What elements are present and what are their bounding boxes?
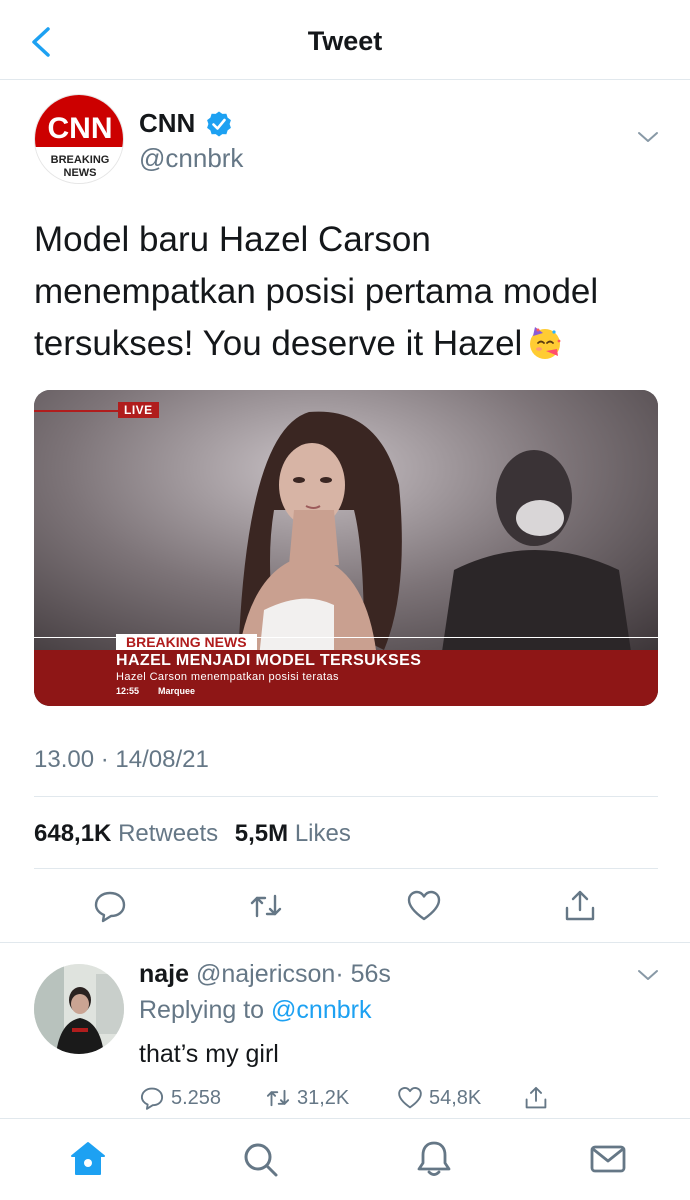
reply-header: naje @najericson· 56s <box>139 960 391 989</box>
reply-icon[interactable] <box>92 888 128 924</box>
replying-to-mention[interactable]: @cnnbrk <box>271 996 371 1024</box>
cnn-logo-icon: CNN BREAKING NEWS <box>35 95 123 183</box>
search-icon[interactable] <box>240 1139 280 1179</box>
reply-share-button[interactable] <box>523 1084 555 1112</box>
reply-time: · 56s <box>335 960 391 988</box>
breaking-news-label: BREAKING NEWS <box>116 634 257 650</box>
svg-text:NEWS: NEWS <box>64 167 97 179</box>
tweet-text-body: Model baru Hazel Carson menempatkan posi… <box>34 220 599 363</box>
reply-reply-button[interactable]: 5.258 <box>139 1084 221 1112</box>
reply-icon <box>140 1087 164 1110</box>
tweet-action-bar <box>34 888 658 928</box>
svg-text:CNN: CNN <box>48 112 113 145</box>
tweet-media[interactable]: LIVE BREAKING NEWS HAZEL MENJADI MODEL T… <box>34 390 658 706</box>
share-icon <box>525 1086 547 1109</box>
svg-text:BREAKING: BREAKING <box>51 154 110 166</box>
retweet-icon <box>266 1089 290 1107</box>
author-name[interactable]: CNN <box>139 108 195 139</box>
reply-author-name[interactable]: naje <box>139 960 189 988</box>
like-icon <box>398 1086 422 1109</box>
like-icon[interactable] <box>406 888 442 924</box>
home-icon[interactable] <box>68 1139 108 1179</box>
likes-stat[interactable]: 5,5M Likes <box>235 820 351 847</box>
bottom-tab-bar <box>0 1118 690 1200</box>
ticker-subheadline: Hazel Carson menempatkan posisi teratas <box>116 671 339 683</box>
reply-action-bar: 5.258 31,2K 54,8K <box>139 1084 559 1114</box>
replying-to-label: Replying to <box>139 996 265 1024</box>
ticker-time: 12:55 <box>116 686 140 696</box>
chevron-down-icon[interactable] <box>636 128 660 146</box>
live-line <box>34 410 118 412</box>
news-ticker: HAZEL MENJADI MODEL TERSUKSES Hazel Cars… <box>34 650 658 706</box>
reply-likes-count: 54,8K <box>429 1086 482 1109</box>
reply-retweet-button[interactable]: 31,2K <box>265 1084 349 1112</box>
avatar[interactable]: CNN BREAKING NEWS <box>34 94 124 184</box>
reply-replies-count: 5.258 <box>171 1086 222 1109</box>
tweet-stats: 648,1K Retweets 5,5M Likes <box>34 820 351 848</box>
divider <box>34 868 658 869</box>
reply-author-handle[interactable]: @najericson <box>196 960 335 988</box>
reply-retweets-count: 31,2K <box>297 1086 350 1109</box>
reply-text: that’s my girl <box>139 1040 279 1068</box>
replying-to: Replying to @cnnbrk <box>139 996 371 1025</box>
tweet-timestamp: 13.00 · 14/08/21 <box>34 746 209 773</box>
share-icon[interactable] <box>562 888 598 924</box>
author-handle[interactable]: @cnnbrk <box>139 143 243 174</box>
ticker-marquee: Marquee <box>158 686 196 696</box>
partying-face-emoji-icon <box>530 327 561 359</box>
retweet-icon[interactable] <box>248 888 284 924</box>
reply-avatar-photo <box>34 964 124 1054</box>
reply-like-button[interactable]: 54,8K <box>397 1084 481 1112</box>
ticker-headline: HAZEL MENJADI MODEL TERSUKSES <box>116 652 422 669</box>
top-nav-bar: Tweet <box>0 0 690 80</box>
notifications-icon[interactable] <box>414 1139 454 1179</box>
chevron-down-icon[interactable] <box>636 966 660 984</box>
divider <box>34 796 658 797</box>
retweets-stat[interactable]: 648,1K Retweets <box>34 820 218 847</box>
tweet-text: Model baru Hazel Carson menempatkan posi… <box>34 214 654 370</box>
reply-avatar[interactable] <box>34 964 124 1054</box>
verified-badge-icon <box>207 111 231 137</box>
messages-icon[interactable] <box>588 1139 628 1179</box>
thread-separator <box>0 942 690 943</box>
page-title: Tweet <box>307 26 383 56</box>
live-badge: LIVE <box>118 402 159 418</box>
